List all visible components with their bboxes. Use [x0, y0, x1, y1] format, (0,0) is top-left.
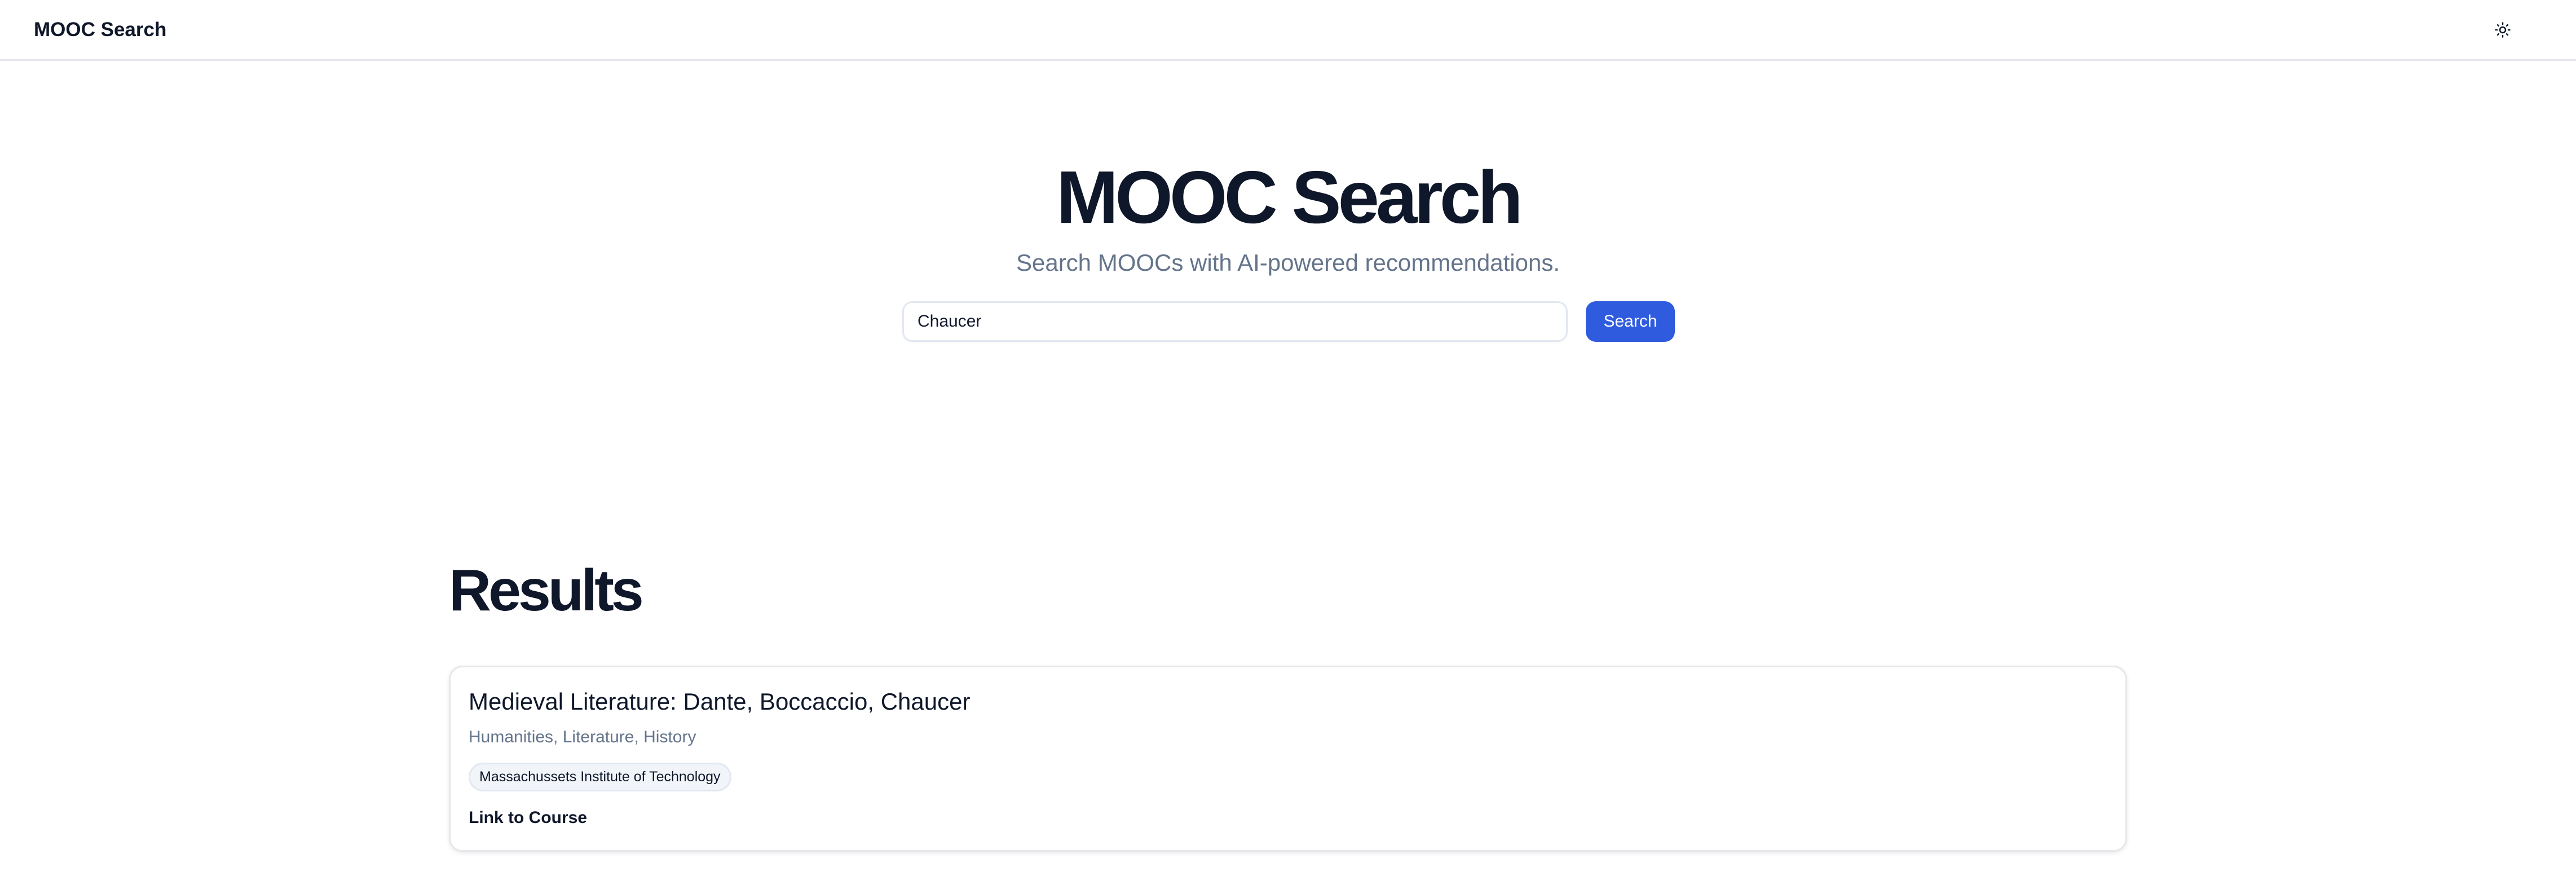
page-subtitle: Search MOOCs with AI-powered recommendat…	[1016, 249, 1560, 276]
brand-link[interactable]: MOOC Search	[34, 19, 166, 41]
search-form: Search	[902, 301, 1675, 342]
institution-badge: Massachussets Institute of Technology	[469, 762, 731, 791]
course-card: Medieval Literature: Dante, Boccaccio, C…	[449, 666, 2127, 852]
course-title: Medieval Literature: Dante, Boccaccio, C…	[469, 688, 971, 715]
search-button[interactable]: Search	[1586, 301, 1675, 342]
sun-icon	[2495, 21, 2511, 38]
theme-toggle-button[interactable]	[2486, 13, 2520, 47]
results-heading: Results	[449, 558, 644, 623]
course-categories: Humanities, Literature, History	[469, 727, 696, 746]
navbar: MOOC Search	[0, 0, 2576, 61]
course-link[interactable]: Link to Course	[469, 808, 2107, 828]
results-section: Results Medieval Literature: Dante, Bocc…	[449, 558, 2127, 852]
page-title: MOOC Search	[1056, 156, 1523, 239]
hero-section: MOOC Search Search MOOCs with AI-powered…	[0, 61, 2576, 276]
search-input[interactable]	[902, 301, 1568, 342]
